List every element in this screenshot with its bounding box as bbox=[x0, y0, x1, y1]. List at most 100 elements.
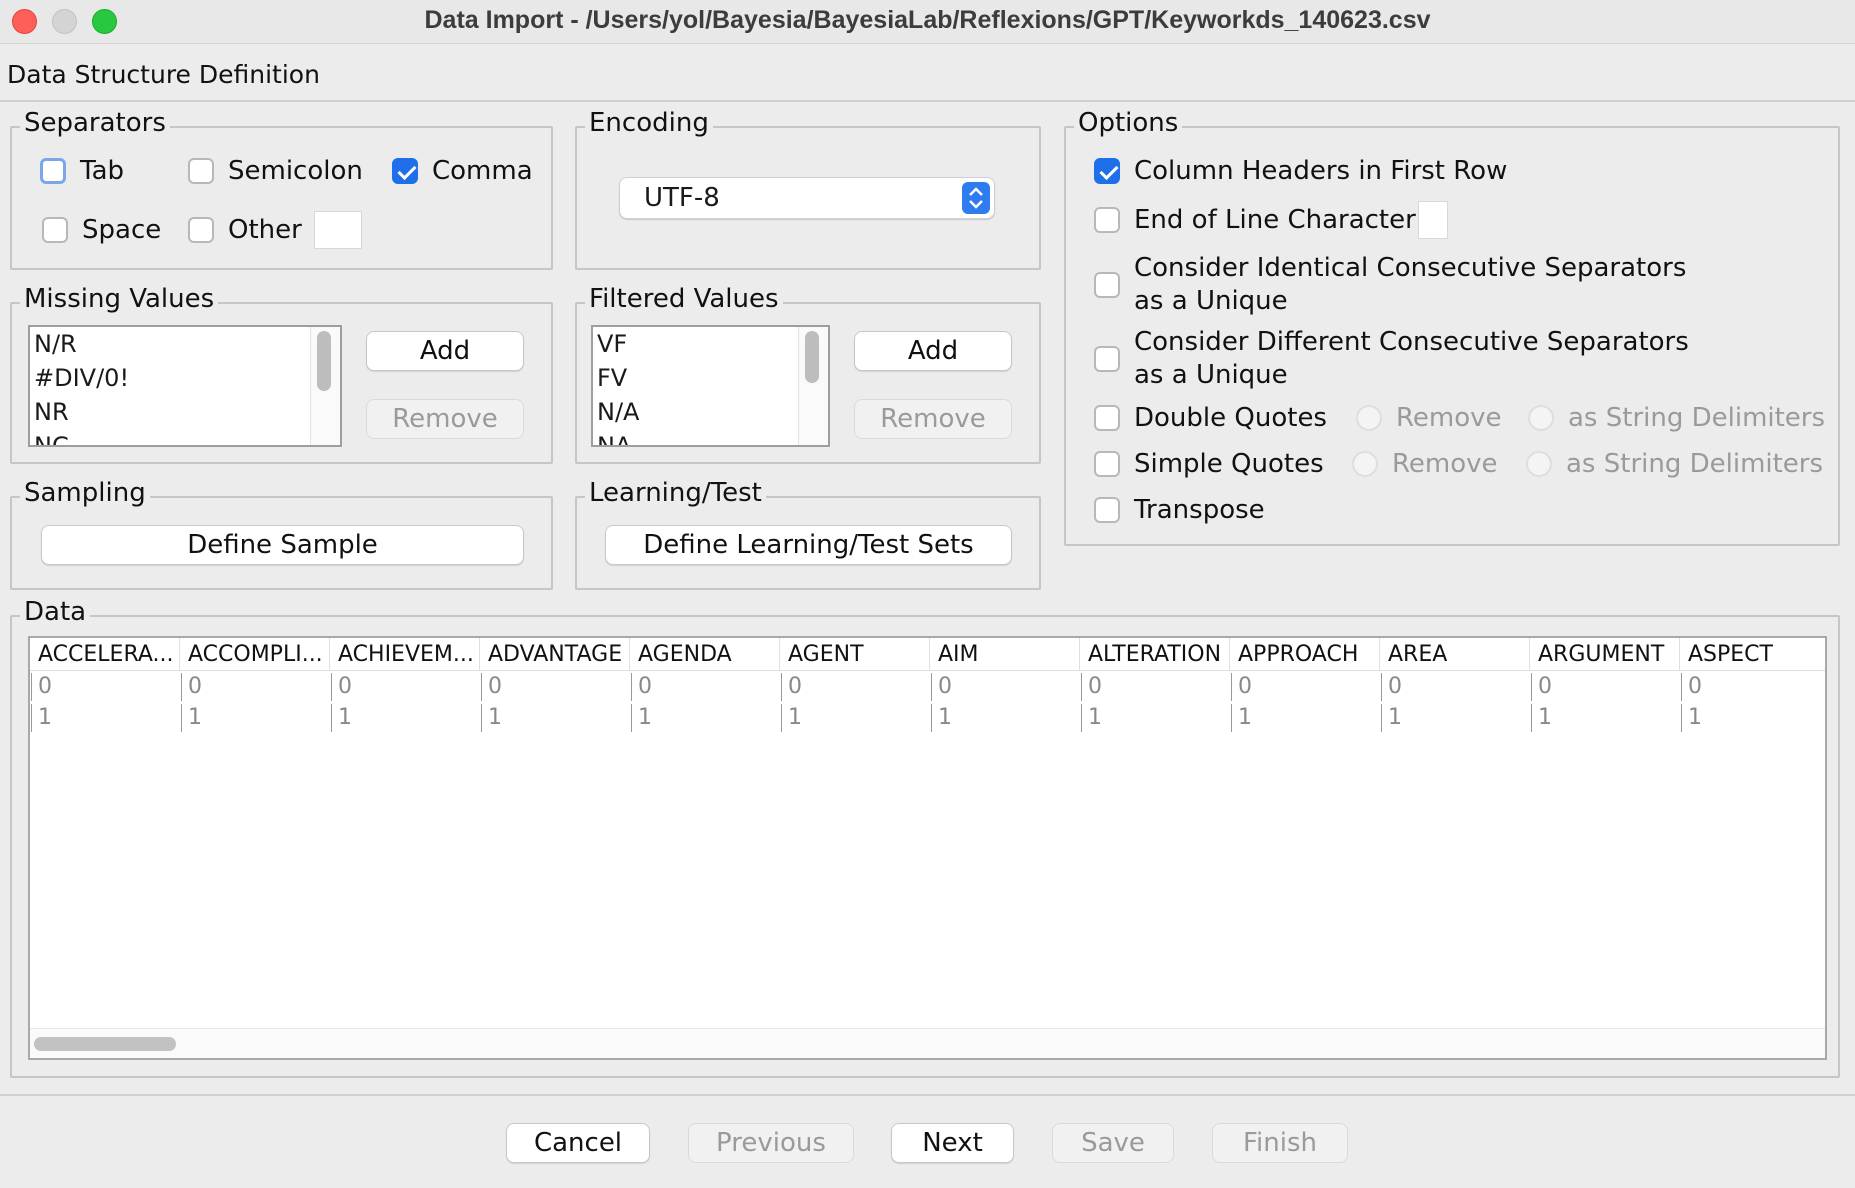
scrollbar-thumb[interactable] bbox=[805, 331, 819, 383]
list-item[interactable]: #DIV/0! bbox=[30, 361, 340, 395]
column-header[interactable]: AGENT bbox=[780, 638, 930, 671]
option-simple-quotes[interactable]: Simple Quotes bbox=[1094, 449, 1324, 479]
scrollbar-thumb[interactable] bbox=[34, 1037, 176, 1051]
chevron-up-down-icon bbox=[962, 182, 990, 214]
scrollbar-thumb[interactable] bbox=[317, 331, 331, 391]
separators-group: Separators bbox=[10, 108, 553, 270]
option-column-headers[interactable]: Column Headers in First Row bbox=[1094, 156, 1507, 186]
comma-label: Comma bbox=[432, 156, 533, 186]
simple-quotes-delimiters-radio[interactable]: as String Delimiters bbox=[1526, 449, 1823, 479]
next-button[interactable]: Next bbox=[891, 1123, 1014, 1163]
table-cell: 1 bbox=[331, 704, 481, 732]
column-header[interactable]: APPROACH bbox=[1230, 638, 1380, 671]
double-quotes-checkbox[interactable] bbox=[1094, 405, 1120, 431]
table-cell: 1 bbox=[1531, 704, 1681, 732]
end-of-line-input[interactable] bbox=[1418, 201, 1448, 239]
finish-button[interactable]: Finish bbox=[1212, 1123, 1348, 1163]
transpose-checkbox[interactable] bbox=[1094, 497, 1120, 523]
semicolon-checkbox[interactable] bbox=[188, 158, 214, 184]
list-item[interactable]: NR bbox=[30, 395, 340, 429]
list-item[interactable]: FV bbox=[593, 361, 828, 395]
identical-consecutive-label: Consider Identical Consecutive Separator… bbox=[1134, 253, 1687, 316]
double-quotes-delimiters-radio[interactable]: as String Delimiters bbox=[1528, 403, 1825, 433]
filtered-remove-button[interactable]: Remove bbox=[854, 399, 1012, 439]
remove-label: Remove bbox=[1392, 449, 1498, 479]
missing-values-list[interactable]: N/R #DIV/0! NR NC bbox=[28, 325, 342, 447]
data-title: Data bbox=[20, 597, 91, 627]
column-header[interactable]: ASPECT bbox=[1680, 638, 1825, 671]
list-item[interactable]: NA bbox=[593, 429, 828, 445]
delimiters-radio[interactable] bbox=[1528, 405, 1554, 431]
separator-comma[interactable]: Comma bbox=[392, 156, 533, 186]
separator-space[interactable]: Space bbox=[42, 215, 161, 245]
space-checkbox[interactable] bbox=[42, 217, 68, 243]
data-table[interactable]: ACCELERA... ACCOMPLI... ACHIEVEM... ADVANTA… bbox=[28, 636, 1827, 1060]
column-header[interactable]: ACHIEVEM... bbox=[330, 638, 480, 671]
remove-radio[interactable] bbox=[1352, 451, 1378, 477]
list-item[interactable]: NC bbox=[30, 429, 340, 445]
missing-add-button[interactable]: Add bbox=[366, 331, 524, 371]
column-headers-checkbox[interactable] bbox=[1094, 158, 1120, 184]
filtered-add-button[interactable]: Add bbox=[854, 331, 1012, 371]
comma-checkbox[interactable] bbox=[392, 158, 418, 184]
separator-semicolon[interactable]: Semicolon bbox=[188, 156, 363, 186]
define-learning-test-button[interactable]: Define Learning/Test Sets bbox=[605, 525, 1012, 565]
table-cell: 1 bbox=[1681, 704, 1825, 732]
save-button[interactable]: Save bbox=[1052, 1123, 1174, 1163]
other-checkbox[interactable] bbox=[188, 217, 214, 243]
table-cell: 1 bbox=[1081, 704, 1231, 732]
table-cell: 0 bbox=[931, 673, 1081, 701]
option-different-consecutive[interactable]: Consider Different Consecutive Separator… bbox=[1094, 326, 1689, 392]
separator-tab[interactable]: Tab bbox=[40, 156, 124, 186]
remove-radio[interactable] bbox=[1356, 405, 1382, 431]
encoding-value: UTF-8 bbox=[644, 183, 720, 213]
other-separator-input[interactable] bbox=[314, 211, 362, 249]
table-cell: 0 bbox=[781, 673, 931, 701]
list-item[interactable]: N/A bbox=[593, 395, 828, 429]
previous-button[interactable]: Previous bbox=[688, 1123, 854, 1163]
window-title: Data Import - /Users/yol/Bayesia/Bayesia… bbox=[424, 6, 1431, 34]
end-of-line-checkbox[interactable] bbox=[1094, 207, 1120, 233]
double-quotes-remove-radio[interactable]: Remove bbox=[1356, 403, 1502, 433]
horizontal-scrollbar[interactable] bbox=[30, 1028, 1825, 1058]
table-cell: 0 bbox=[1081, 673, 1231, 701]
table-cell: 1 bbox=[931, 704, 1081, 732]
separator-other[interactable]: Other bbox=[188, 215, 302, 245]
table-cell: 1 bbox=[781, 704, 931, 732]
column-header[interactable]: ACCELERA... bbox=[30, 638, 180, 671]
encoding-select[interactable]: UTF-8 bbox=[619, 177, 995, 219]
column-header[interactable]: AGENDA bbox=[630, 638, 780, 671]
option-identical-consecutive[interactable]: Consider Identical Consecutive Separator… bbox=[1094, 252, 1686, 318]
table-cell: 0 bbox=[181, 673, 331, 701]
tab-checkbox[interactable] bbox=[40, 158, 66, 184]
missing-values-title: Missing Values bbox=[20, 284, 219, 314]
learning-test-title: Learning/Test bbox=[585, 478, 766, 508]
cancel-button[interactable]: Cancel bbox=[506, 1123, 650, 1163]
define-sample-button[interactable]: Define Sample bbox=[41, 525, 524, 565]
other-label: Other bbox=[228, 215, 302, 245]
table-cell: 1 bbox=[181, 704, 331, 732]
footer-divider bbox=[0, 1094, 1855, 1096]
list-item[interactable]: VF bbox=[593, 327, 828, 361]
identical-consecutive-checkbox[interactable] bbox=[1094, 272, 1120, 298]
delimiters-radio[interactable] bbox=[1526, 451, 1552, 477]
column-header[interactable]: AIM bbox=[930, 638, 1080, 671]
column-header[interactable]: ADVANTAGE bbox=[480, 638, 630, 671]
simple-quotes-checkbox[interactable] bbox=[1094, 451, 1120, 477]
simple-quotes-remove-radio[interactable]: Remove bbox=[1352, 449, 1498, 479]
column-header[interactable]: ACCOMPLI... bbox=[180, 638, 330, 671]
scrollbar[interactable] bbox=[310, 327, 340, 445]
tab-label: Tab bbox=[80, 156, 125, 186]
option-double-quotes[interactable]: Double Quotes bbox=[1094, 403, 1327, 433]
delimiters-label: as String Delimiters bbox=[1568, 403, 1826, 433]
list-item[interactable]: N/R bbox=[30, 327, 340, 361]
column-header[interactable]: ALTERATION bbox=[1080, 638, 1230, 671]
option-end-of-line[interactable]: End of Line Character bbox=[1094, 205, 1416, 235]
option-transpose[interactable]: Transpose bbox=[1094, 495, 1265, 525]
different-consecutive-checkbox[interactable] bbox=[1094, 346, 1120, 372]
missing-remove-button[interactable]: Remove bbox=[366, 399, 524, 439]
filtered-values-list[interactable]: VF FV N/A NA bbox=[591, 325, 830, 447]
scrollbar[interactable] bbox=[798, 327, 828, 445]
column-header[interactable]: ARGUMENT bbox=[1530, 638, 1680, 671]
column-header[interactable]: AREA bbox=[1380, 638, 1530, 671]
